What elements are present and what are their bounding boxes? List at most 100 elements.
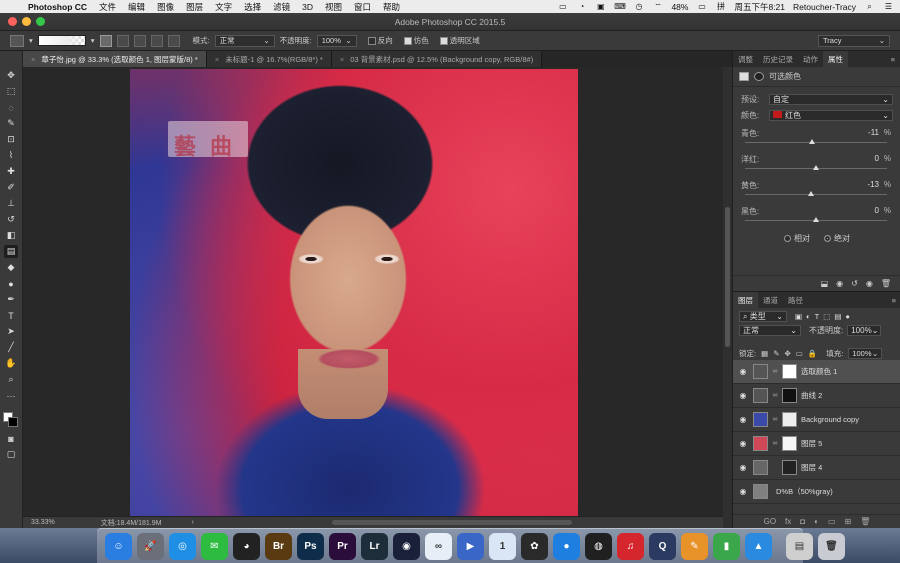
background-color[interactable] xyxy=(8,417,18,427)
eyedropper-tool-icon[interactable]: ⌇ xyxy=(4,149,18,162)
slider-knob[interactable] xyxy=(808,191,815,196)
airplay-icon[interactable]: ▣ xyxy=(595,2,606,11)
pixel-filter-icon[interactable]: ▣ xyxy=(795,312,802,321)
diamond-gradient-button[interactable] xyxy=(167,34,180,47)
preset-select[interactable]: 自定 ⌄ xyxy=(769,93,893,105)
link-icon[interactable]: ∞ xyxy=(772,416,778,423)
eye-icon[interactable]: ◉ xyxy=(737,367,749,376)
tab-document-3[interactable]: × 03 背景素材.psd @ 12.5% (Background copy, … xyxy=(331,51,543,67)
more-tools-icon[interactable]: ··· xyxy=(4,389,18,402)
scrollbar-thumb[interactable] xyxy=(725,207,730,347)
color-select[interactable]: 红色 ⌄ xyxy=(769,109,893,121)
slider-value-field[interactable]: -13 xyxy=(867,180,879,189)
gradient-chevron-icon[interactable]: ▾ xyxy=(91,36,95,45)
slider-value-field[interactable]: 0 xyxy=(875,206,879,215)
canvas-horizontal-scrollbar[interactable] xyxy=(332,520,572,525)
slider-knob[interactable] xyxy=(808,139,815,144)
shape-filter-icon[interactable]: ⬚ xyxy=(823,312,830,321)
layer-name[interactable]: 选取颜色 1 xyxy=(801,366,837,377)
link-icon[interactable]: ∞ xyxy=(772,440,778,447)
tab-properties[interactable]: 属性 xyxy=(823,51,848,67)
notification-icon[interactable]: ☰ xyxy=(883,2,894,11)
opacity-field[interactable]: 100% ⌄ xyxy=(316,34,357,47)
slider-track[interactable] xyxy=(745,142,887,143)
blur-tool-icon[interactable]: ◆ xyxy=(4,261,18,274)
layer-row-50-gray[interactable]: ◉ D%B（50%gray) xyxy=(733,480,900,504)
mask-thumbnail[interactable] xyxy=(782,436,797,451)
reverse-checkbox[interactable] xyxy=(367,37,376,46)
dock-app-davinci[interactable]: ✿ xyxy=(521,532,548,560)
screen-icon[interactable]: ▭ xyxy=(557,2,568,11)
menubar-clock[interactable]: 周五下午8:21 xyxy=(734,1,785,13)
keyboard-icon[interactable]: ⌨ xyxy=(614,2,626,11)
menu-3d[interactable]: 3D xyxy=(296,2,319,12)
tab-channels[interactable]: 通道 xyxy=(758,292,783,308)
dock-app-video-app[interactable]: ▶ xyxy=(457,532,484,560)
canvas-area[interactable]: 藝 曲 xyxy=(23,67,723,516)
brush-tool-icon[interactable]: ✐ xyxy=(4,181,18,194)
add-mask-icon[interactable]: ◘ xyxy=(800,517,805,526)
reflected-gradient-button[interactable] xyxy=(150,34,163,47)
mask-thumbnail[interactable] xyxy=(782,412,797,427)
layer-filter-select[interactable]: ⌕ 类型 ⌄ xyxy=(739,311,787,322)
app-menu[interactable]: Photoshop CC xyxy=(22,2,93,12)
menu-layer[interactable]: 图层 xyxy=(180,1,209,13)
menu-view[interactable]: 视图 xyxy=(319,1,348,13)
spotlight-icon[interactable]: ⌕ xyxy=(864,2,875,11)
clip-to-layer-icon[interactable]: ⬓ xyxy=(821,279,829,288)
dock-app-numbers[interactable]: ▮ xyxy=(713,532,740,560)
dock-app-premiere[interactable]: Pr xyxy=(329,532,356,560)
dither-option[interactable]: 仿色 xyxy=(403,35,429,46)
tab-paths[interactable]: 路径 xyxy=(783,292,808,308)
layer-name[interactable]: D%B（50%gray) xyxy=(776,486,833,497)
close-icon[interactable]: × xyxy=(340,55,344,64)
close-icon[interactable]: × xyxy=(31,55,35,64)
tool-preset-chevron-icon[interactable]: ▾ xyxy=(29,36,33,45)
lock-artboard-icon[interactable]: ▭ xyxy=(796,349,803,358)
relative-option[interactable]: 相对 xyxy=(784,233,810,244)
lock-all-icon[interactable]: 🔒 xyxy=(808,349,817,358)
adjustment-layer-icon[interactable] xyxy=(739,72,749,81)
close-icon[interactable]: × xyxy=(215,55,219,64)
panel-menu-icon[interactable]: ≡ xyxy=(886,51,900,67)
layer-row-curves[interactable]: ◉ ∞ 曲线 2 xyxy=(733,384,900,408)
quick-mask-icon[interactable]: ◙ xyxy=(4,432,18,445)
layer-thumbnail[interactable] xyxy=(753,484,768,499)
input-method-icon[interactable]: 拼 xyxy=(715,2,726,11)
dock-app-photoshop[interactable]: Ps xyxy=(297,532,324,560)
layer-row-layer-4[interactable]: ◉ 图层 4 xyxy=(733,456,900,480)
link-icon[interactable]: ∞ xyxy=(772,368,778,375)
dock-app-obs[interactable]: ◍ xyxy=(585,532,612,560)
delete-layer-icon[interactable]: 🗑 xyxy=(860,517,870,526)
fill-field[interactable]: 100% ⌄ xyxy=(848,348,883,359)
quick-select-tool-icon[interactable]: ✎ xyxy=(4,117,18,130)
lock-image-icon[interactable]: ✎ xyxy=(773,349,779,358)
menubar-user[interactable]: Retoucher-Tracy xyxy=(793,2,856,12)
marquee-tool-icon[interactable]: ⬚ xyxy=(4,85,18,98)
gradient-preview[interactable] xyxy=(37,35,86,46)
path-select-tool-icon[interactable]: ➤ xyxy=(4,325,18,338)
absolute-option[interactable]: 绝对 xyxy=(824,233,850,244)
slider-knob[interactable] xyxy=(813,165,819,170)
zoom-tool-icon[interactable]: ⌕ xyxy=(4,373,18,386)
dock-app-quicktime[interactable]: Q xyxy=(649,532,676,560)
eye-icon[interactable]: ◉ xyxy=(737,391,749,400)
visibility-icon[interactable]: ◉ xyxy=(866,279,873,288)
layer-row-background-copy[interactable]: ◉ ∞ Background copy xyxy=(733,408,900,432)
canvas-vertical-scrollbar[interactable] xyxy=(723,67,732,528)
eye-icon[interactable]: ◉ xyxy=(737,439,749,448)
menu-edit[interactable]: 编辑 xyxy=(122,1,151,13)
dock-app-netease-music[interactable]: ♫ xyxy=(617,532,644,560)
reverse-option[interactable]: 反向 xyxy=(367,35,393,46)
menu-help[interactable]: 帮助 xyxy=(377,1,406,13)
document-canvas-image[interactable]: 藝 曲 xyxy=(130,69,578,516)
absolute-radio[interactable] xyxy=(824,235,831,242)
dock-app-pages[interactable]: ✎ xyxy=(681,532,708,560)
dock-app-keynote[interactable]: ▲ xyxy=(745,532,772,560)
minimize-window-button[interactable] xyxy=(22,17,31,26)
transparency-checkbox[interactable] xyxy=(439,37,448,46)
layers-menu-icon[interactable]: ≡ xyxy=(887,292,900,308)
layer-name[interactable]: 图层 4 xyxy=(801,462,822,473)
healing-brush-tool-icon[interactable]: ✚ xyxy=(4,165,18,178)
dock-app-launchpad[interactable]: 🚀 xyxy=(137,532,164,560)
